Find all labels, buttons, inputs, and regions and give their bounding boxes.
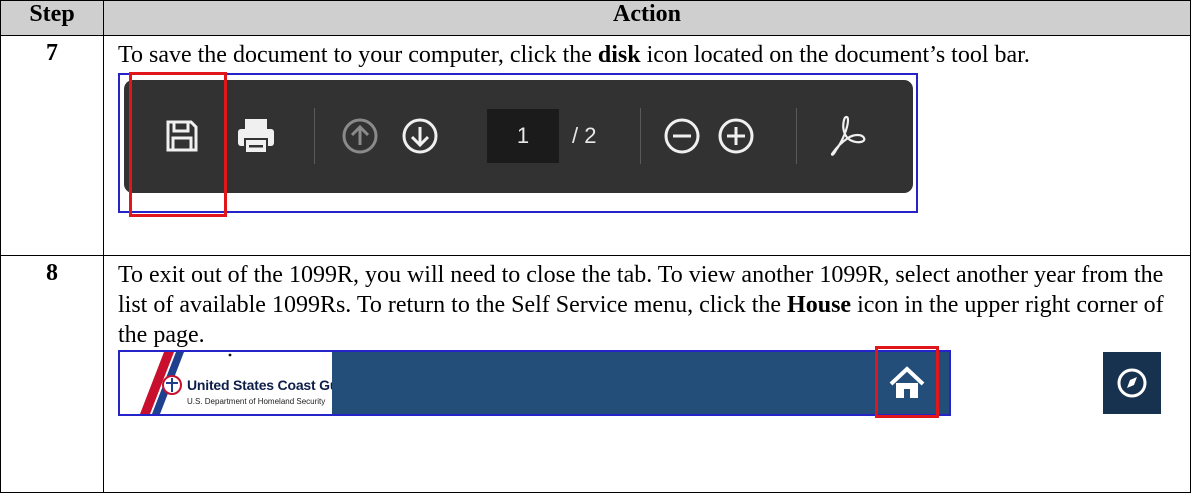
toolbar-divider [640,108,641,164]
header-step: Step [0,0,104,36]
page-total: / 2 [572,123,597,148]
zoom-in-icon[interactable] [708,108,764,164]
table-row: 8 To exit out of the 1099R, you will nee… [0,255,1191,493]
step-number: 7 [0,35,104,256]
table-row: 7 To save the document to your computer,… [0,35,1191,256]
step-action: To save the document to your computer, c… [103,35,1191,256]
coast-guard-header-screenshot: United States Coast Guard U.S. Departmen… [118,346,1161,418]
compass-icon[interactable] [1103,352,1161,414]
coast-guard-logo: United States Coast Guard U.S. Departmen… [120,352,332,414]
more-vertical-icon[interactable] [1036,352,1098,414]
step-number: 8 [0,255,104,493]
step-action: To exit out of the 1099R, you will need … [103,255,1191,493]
pdf-toolbar: 1 / 2 [124,80,913,193]
page-down-icon[interactable] [392,108,448,164]
header-action: Action [103,0,1191,36]
step-text: To save the document to your computer, c… [118,42,1030,68]
save-highlight-box [129,72,227,217]
table-header-row: Step Action [0,0,1191,36]
bold-term: disk [597,42,641,68]
bold-term: House [787,292,852,318]
adobe-acrobat-icon[interactable] [820,108,876,164]
page-number-input[interactable]: 1 [487,109,559,163]
pdf-toolbar-screenshot: 1 / 2 [118,72,918,217]
page-up-icon[interactable] [332,108,388,164]
step-text: To exit out of the 1099R, you will need … [118,262,1164,348]
toolbar-divider [314,108,315,164]
home-highlight-box [875,346,939,418]
steps-table: Step Action 7 To save the document to yo… [0,0,1191,493]
zoom-out-icon[interactable] [654,108,710,164]
toolbar-divider [796,108,797,164]
org-subtitle: U.S. Department of Homeland Security [187,397,326,406]
print-icon[interactable] [228,108,284,164]
flag-icon[interactable] [958,352,1020,414]
